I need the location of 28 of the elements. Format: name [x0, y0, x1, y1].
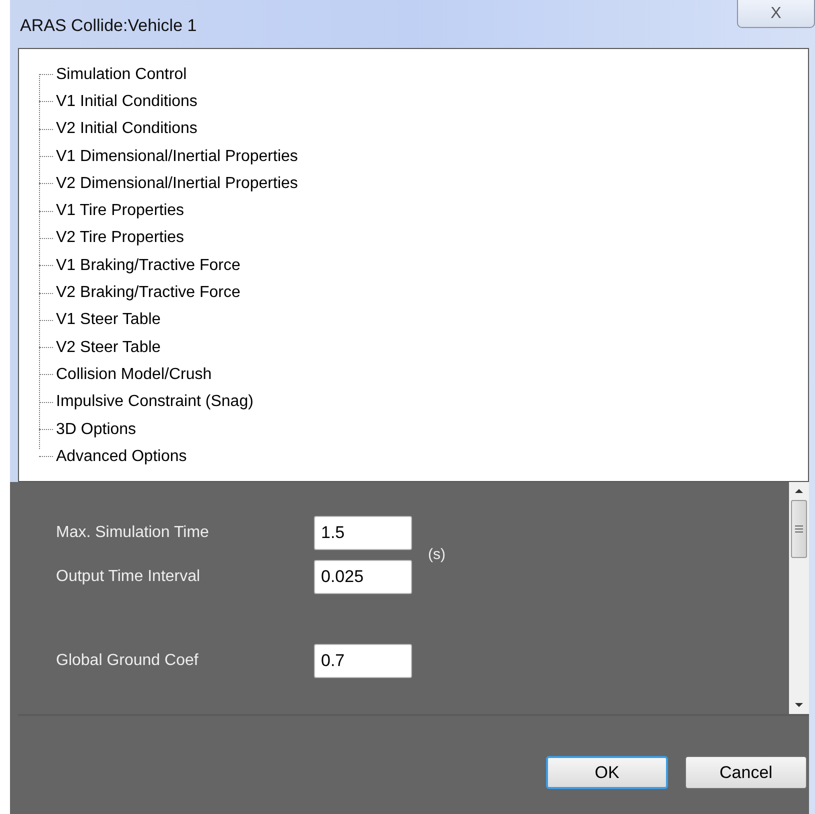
tree-item[interactable]: V2 Braking/Tractive Force	[56, 281, 240, 306]
tree-item[interactable]: V1 Braking/Tractive Force	[56, 254, 240, 278]
tree-item[interactable]: V2 Tire Properties	[56, 226, 184, 250]
tree-item[interactable]: V1 Steer Table	[56, 308, 161, 332]
unit-label: (s)	[428, 544, 446, 565]
tree-item[interactable]: V1 Dimensional/Inertial Properties	[56, 144, 298, 169]
input-field[interactable]: 0.7	[314, 644, 412, 678]
scroll-thumb[interactable]	[791, 500, 807, 558]
scrollbar[interactable]	[789, 482, 809, 714]
field-label: Max. Simulation Time	[56, 523, 210, 543]
tree-item[interactable]: V1 Initial Conditions	[56, 90, 198, 114]
tree-item[interactable]: Collision Model/Crush	[56, 362, 212, 387]
tree-item[interactable]: V2 Dimensional/Inertial Properties	[56, 172, 298, 196]
tree-item[interactable]: V2 Steer Table	[56, 336, 161, 360]
tree-item[interactable]: V2 Initial Conditions	[56, 117, 198, 142]
dialog-button[interactable]: Cancel	[685, 756, 807, 789]
tree-item[interactable]: 3D Options	[56, 418, 136, 442]
close-button[interactable]: X	[737, 0, 815, 28]
dialog-button[interactable]: OK	[546, 756, 668, 789]
tree-item[interactable]: Advanced Options	[56, 444, 187, 469]
tree-item[interactable]: Impulsive Constraint (Snag)	[56, 390, 254, 414]
tree-item[interactable]: Simulation Control	[56, 62, 187, 87]
input-field[interactable]: 0.025	[314, 560, 412, 594]
field-label: Global Ground Coef	[56, 651, 200, 671]
tree-item[interactable]: V1 Tire Properties	[56, 199, 184, 224]
input-field[interactable]: 1.5	[314, 516, 412, 550]
field-label: Output Time Interval	[56, 567, 202, 587]
window-title: ARAS Collide:Vehicle 1	[20, 14, 197, 36]
